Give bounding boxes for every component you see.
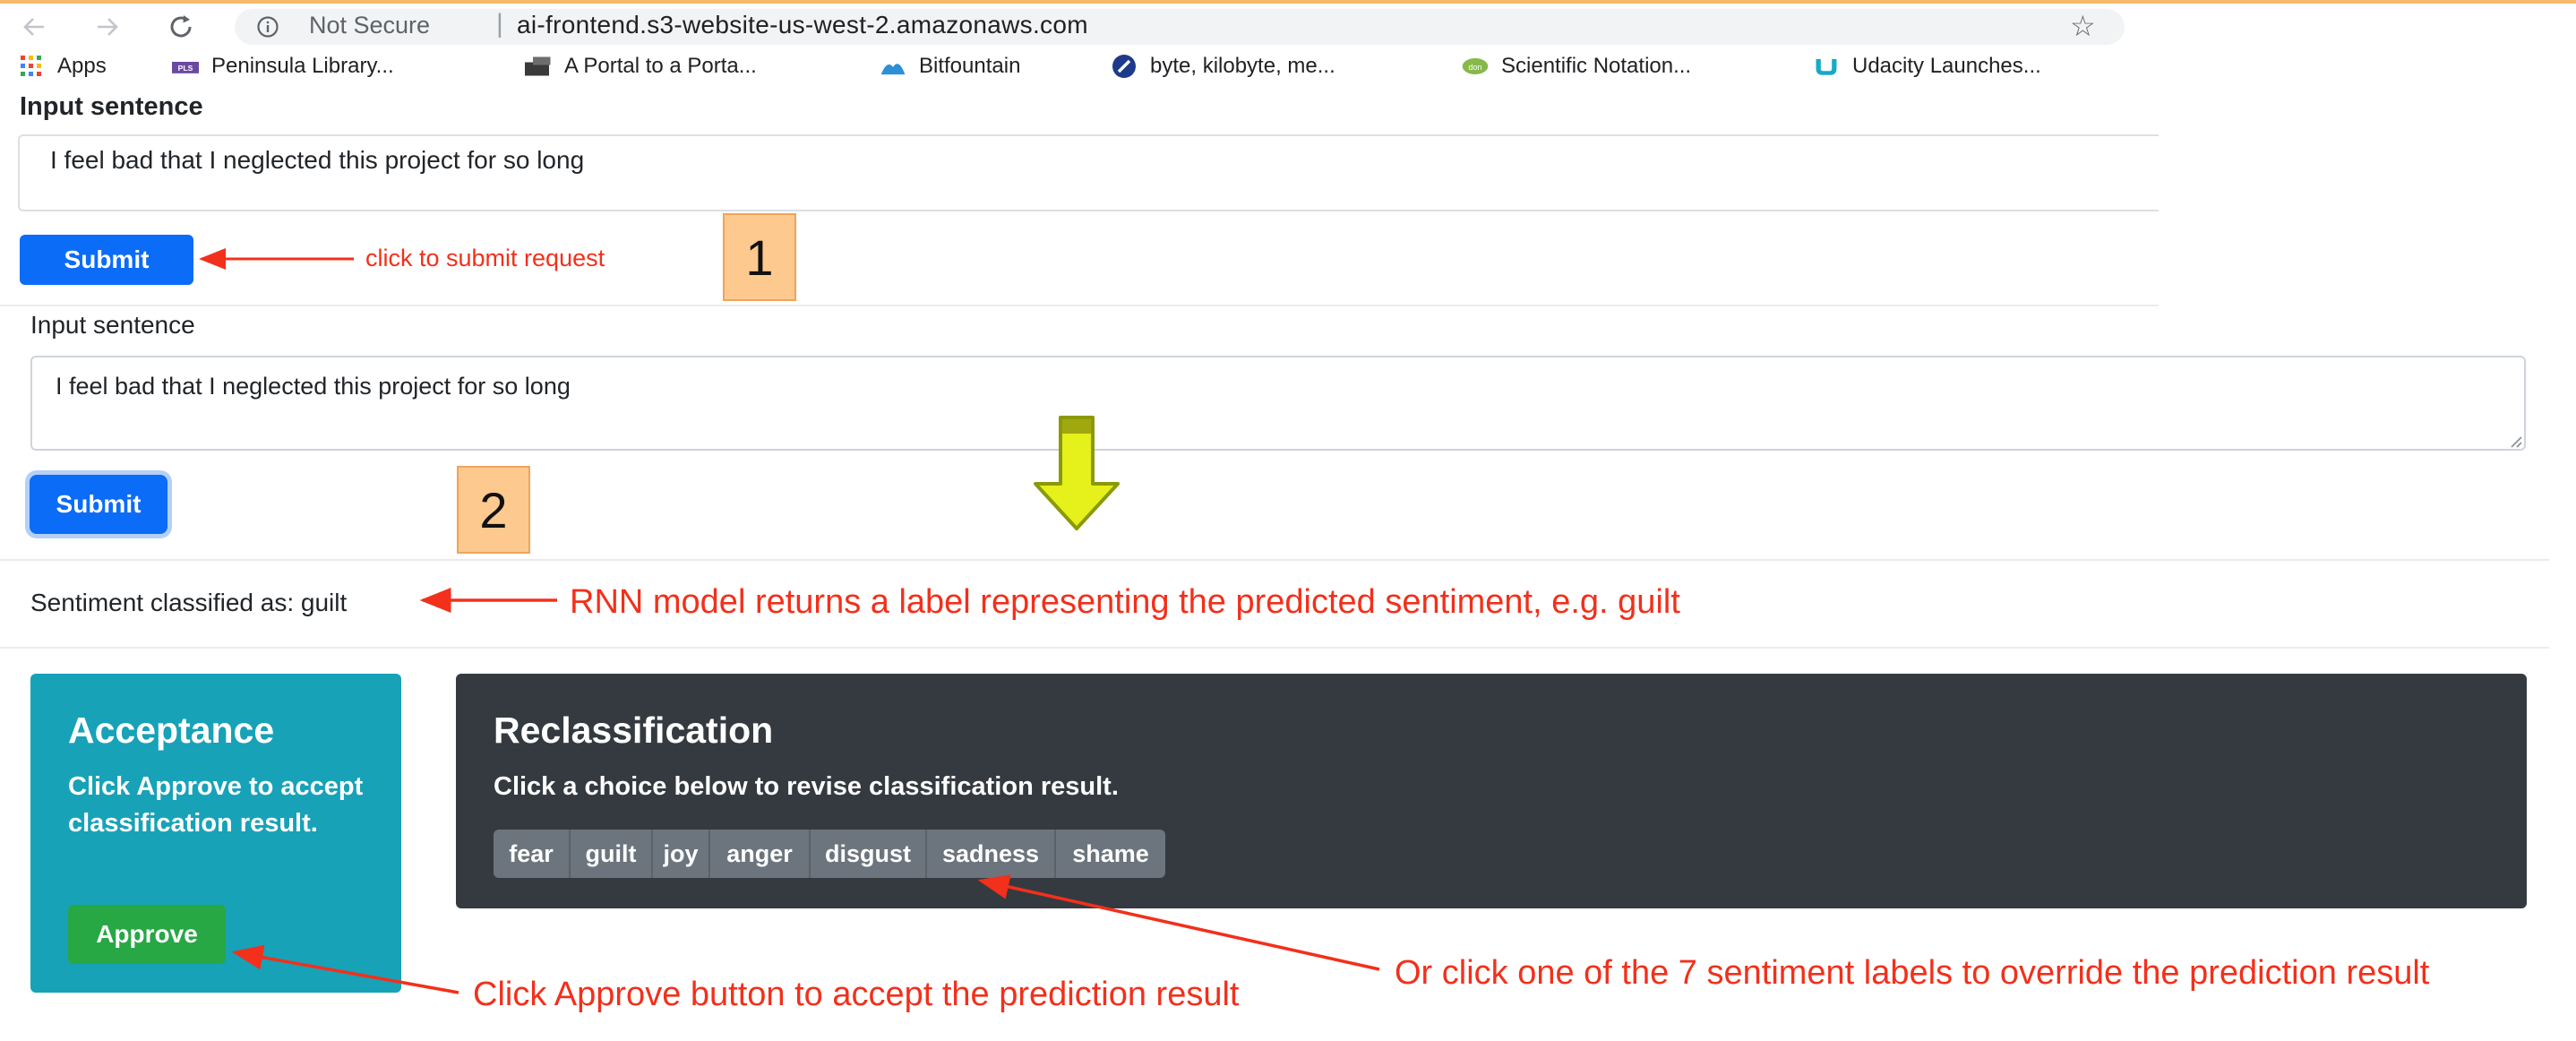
divider [0,305,2159,306]
label-button-anger[interactable]: anger [710,830,811,878]
step-1-marker: 1 [723,213,796,301]
bookmark-label: byte, kilobyte, me... [1150,54,1335,78]
label-button-sadness[interactable]: sadness [927,830,1056,878]
sentiment-result-text: Sentiment classified as: guilt [30,589,348,616]
divider [0,647,2549,649]
portal-icon [525,55,552,78]
bookmark-peninsula-library[interactable]: PLS Peninsula Library... [172,50,394,82]
back-button[interactable] [16,9,52,45]
section2-input-label: Input sentence [30,311,195,339]
svg-text:PLS: PLS [178,64,193,73]
label-button-joy[interactable]: joy [653,830,710,878]
submit-request-annotation: click to submit request [365,245,605,271]
acceptance-card: Acceptance Click Approve to accept class… [30,674,401,993]
reclassification-card: Reclassification Click a choice below to… [456,674,2527,908]
bookmark-bitfountain[interactable]: Bitfountain [880,50,1020,82]
bookmark-apps[interactable]: Apps [18,50,107,82]
reload-button[interactable] [163,9,199,45]
forward-arrow-icon [98,18,118,36]
url-separator: | [496,9,503,39]
approve-annotation: Click Approve button to accept the predi… [473,976,1240,1013]
down-arrow-icon [1034,416,1120,530]
bookmark-label: Peninsula Library... [211,54,394,78]
step-2-marker: 2 [457,466,530,554]
pls-logo-icon: PLS [172,55,199,78]
bookmark-label: Udacity Launches... [1852,54,2041,78]
svg-text:don: don [1468,63,1481,72]
bookmark-label: Apps [57,54,107,78]
label-button-disgust[interactable]: disgust [811,830,927,878]
textarea-resize-icon[interactable] [2508,434,2522,448]
bookmark-label: Scientific Notation... [1501,54,1692,78]
acceptance-title: Acceptance [68,710,275,751]
url-text[interactable]: ai-frontend.s3-website-us-west-2.amazona… [517,11,1088,39]
rnn-annotation: RNN model returns a label representing t… [570,583,1680,621]
label-button-shame[interactable]: shame [1056,830,1165,878]
info-icon[interactable] [256,15,279,39]
bookmark-portal[interactable]: A Portal to a Porta... [525,50,757,82]
section2-sentence-input[interactable]: I feel bad that I neglected this project… [30,356,2526,451]
bookmark-scientific-notation[interactable]: don Scientific Notation... [1462,50,1691,82]
section1-input-label: Input sentence [20,92,203,121]
bookmark-udacity[interactable]: Udacity Launches... [1813,50,2041,82]
approve-button[interactable]: Approve [68,905,226,964]
label-button-guilt[interactable]: guilt [571,830,653,878]
section1-submit-button[interactable]: Submit [20,235,193,285]
section2-submit-button[interactable]: Submit [30,475,167,534]
udacity-icon [1813,55,1840,78]
forward-button[interactable] [90,9,125,45]
scientific-notation-icon: don [1462,55,1489,78]
bookmark-star-icon[interactable]: ☆ [2070,9,2096,43]
bookmarks-bar: Apps PLS Peninsula Library... A Portal t… [0,50,2150,86]
divider [0,559,2549,561]
bookmark-label: Bitfountain [919,54,1021,78]
security-status[interactable]: Not Secure [309,12,430,39]
sentiment-label-group: fear guilt joy anger disgust sadness sha… [494,830,1165,878]
reclassification-description: Click a choice below to revise classific… [494,772,1119,801]
reclassification-title: Reclassification [494,710,774,751]
section1-sentence-input[interactable]: I feel bad that I neglected this project… [18,134,2159,211]
bookmark-label: A Portal to a Porta... [564,54,757,78]
apps-grid-icon [18,55,45,78]
byte-icon [1111,55,1138,78]
acceptance-description: Click Approve to accept classification r… [68,772,364,838]
bitfountain-icon [880,55,906,78]
back-arrow-icon [23,18,44,36]
label-button-fear[interactable]: fear [494,830,571,878]
override-annotation: Or click one of the 7 sentiment labels t… [1395,954,2430,992]
reload-icon [170,15,192,38]
bookmark-byte[interactable]: byte, kilobyte, me... [1111,50,1335,82]
